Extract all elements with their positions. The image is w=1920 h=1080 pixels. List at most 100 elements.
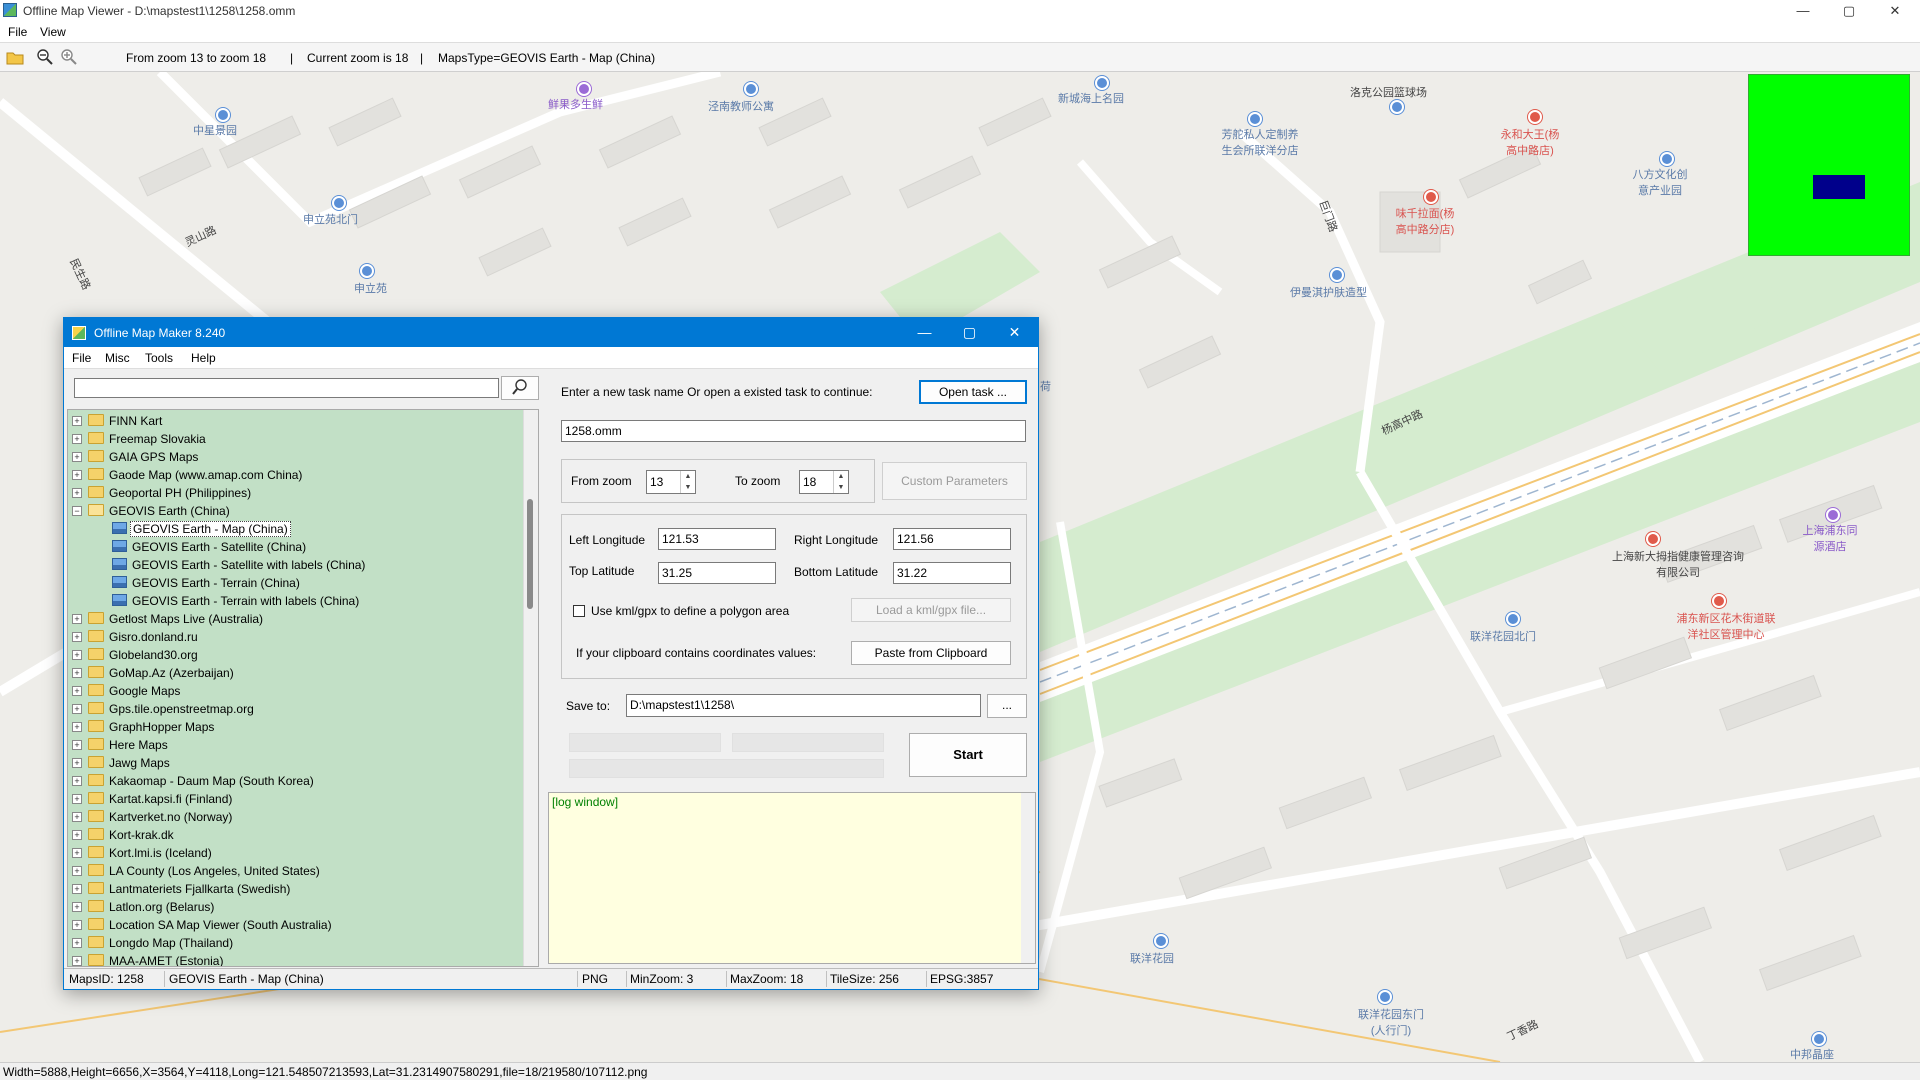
dialog-minimize-button[interactable]: — xyxy=(902,318,947,347)
poi-label[interactable]: 芳舵私人定制养生会所联洋分店 xyxy=(1218,126,1302,158)
tree-folder-item[interactable]: + Gisro.donland.ru xyxy=(68,628,526,646)
expand-icon[interactable]: + xyxy=(72,956,82,966)
poi-pin-icon[interactable] xyxy=(216,108,230,122)
dialog-close-button[interactable]: ✕ xyxy=(992,318,1037,347)
expand-icon[interactable]: + xyxy=(72,668,82,678)
poi-label[interactable]: 上海浦东同源酒店 xyxy=(1802,522,1858,554)
poi-label[interactable]: 中星景园 xyxy=(193,122,237,138)
tree-folder-item[interactable]: + GoMap.Az (Azerbaijan) xyxy=(68,664,526,682)
expand-icon[interactable]: + xyxy=(72,488,82,498)
poi-pin-icon[interactable] xyxy=(744,82,758,96)
poi-label[interactable]: 泾南教师公寓 xyxy=(708,98,774,114)
from-zoom-stepper[interactable]: 13 ▲ ▼ xyxy=(646,470,696,494)
poi-label[interactable]: 永和大王(杨高中路店) xyxy=(1500,126,1560,158)
tree-folder-item[interactable]: + Location SA Map Viewer (South Australia… xyxy=(68,916,526,934)
tree-folder-item[interactable]: + Kartverket.no (Norway) xyxy=(68,808,526,826)
poi-label[interactable]: 鲜果多生鲜 xyxy=(548,96,603,112)
search-button[interactable] xyxy=(501,376,539,400)
poi-label[interactable]: 味千拉面(杨高中路分店) xyxy=(1392,205,1458,237)
poi-pin-icon[interactable] xyxy=(1528,110,1542,124)
tree-folder-item[interactable]: + Jawg Maps xyxy=(68,754,526,772)
expand-icon[interactable]: + xyxy=(72,704,82,714)
tree-folder-item[interactable]: + Longdo Map (Thailand) xyxy=(68,934,526,952)
expand-icon[interactable]: + xyxy=(72,776,82,786)
spin-down-icon[interactable]: ▼ xyxy=(834,482,848,493)
overview-minimap[interactable] xyxy=(1748,74,1910,256)
collapse-icon[interactable]: − xyxy=(72,506,82,516)
tree-folder-item[interactable]: + Kort.lmi.is (Iceland) xyxy=(68,844,526,862)
log-window[interactable]: [log window] xyxy=(548,792,1036,964)
task-name-field[interactable]: 1258.omm xyxy=(561,420,1026,442)
to-zoom-stepper[interactable]: 18 ▲ ▼ xyxy=(799,470,849,494)
spin-up-icon[interactable]: ▲ xyxy=(834,471,848,482)
poi-pin-icon[interactable] xyxy=(1424,190,1438,204)
tree-folder-item[interactable]: + Gaode Map (www.amap.com China) xyxy=(68,466,526,484)
poi-pin-icon[interactable] xyxy=(1378,990,1392,1004)
tree-folder-item[interactable]: + Latlon.org (Belarus) xyxy=(68,898,526,916)
poi-label[interactable]: 中邦晶座 xyxy=(1790,1046,1834,1062)
tree-folder-item[interactable]: + GAIA GPS Maps xyxy=(68,448,526,466)
expand-icon[interactable]: + xyxy=(72,740,82,750)
expand-icon[interactable]: + xyxy=(72,434,82,444)
tree-folder-item[interactable]: + FINN Kart xyxy=(68,412,526,430)
dlg-menu-misc[interactable]: Misc xyxy=(105,351,130,365)
browse-button[interactable]: ... xyxy=(987,694,1027,718)
minimap-viewport[interactable] xyxy=(1813,175,1865,199)
poi-label[interactable]: 浦东新区花木街道联洋社区管理中心 xyxy=(1676,610,1776,642)
dialog-maximize-button[interactable]: ▢ xyxy=(947,318,992,347)
start-button[interactable]: Start xyxy=(909,733,1027,777)
tree-folder-item[interactable]: + Gps.tile.openstreetmap.org xyxy=(68,700,526,718)
tree-child-item[interactable]: GEOVIS Earth - Terrain with labels (Chin… xyxy=(68,592,526,610)
poi-label[interactable]: 申立苑 xyxy=(354,280,387,296)
poi-label[interactable]: 荷 xyxy=(1040,378,1051,394)
poi-label[interactable]: 伊曼淇护肤造型 xyxy=(1290,284,1367,300)
expand-icon[interactable]: + xyxy=(72,794,82,804)
poi-label[interactable]: 联洋花园北门 xyxy=(1470,628,1536,644)
tree-folder-item[interactable]: + Globeland30.org xyxy=(68,646,526,664)
tree-folder-item[interactable]: + Here Maps xyxy=(68,736,526,754)
expand-icon[interactable]: + xyxy=(72,722,82,732)
poi-label[interactable]: 申立苑北门 xyxy=(303,211,358,227)
save-path-field[interactable]: D:\mapstest1\1258\ xyxy=(626,694,981,717)
zoom-in-icon[interactable] xyxy=(60,48,78,66)
expand-icon[interactable]: + xyxy=(72,416,82,426)
tree-child-item[interactable]: GEOVIS Earth - Satellite (China) xyxy=(68,538,526,556)
expand-icon[interactable]: + xyxy=(72,866,82,876)
expand-icon[interactable]: + xyxy=(72,938,82,948)
poi-pin-icon[interactable] xyxy=(1390,100,1404,114)
tree-folder-item[interactable]: + LA County (Los Angeles, United States) xyxy=(68,862,526,880)
poi-pin-icon[interactable] xyxy=(1826,508,1840,522)
poi-pin-icon[interactable] xyxy=(577,82,591,96)
map-source-tree[interactable]: + FINN Kart + Freemap Slovakia + GAIA GPS Map… xyxy=(67,409,539,967)
menu-view[interactable]: View xyxy=(40,25,66,39)
poi-label[interactable]: 联洋花园东门(人行门) xyxy=(1354,1006,1428,1038)
spin-arrows[interactable]: ▲ ▼ xyxy=(833,471,848,493)
expand-icon[interactable]: + xyxy=(72,848,82,858)
spin-up-icon[interactable]: ▲ xyxy=(681,471,695,482)
tree-folder-item[interactable]: + GraphHopper Maps xyxy=(68,718,526,736)
expand-icon[interactable]: + xyxy=(72,650,82,660)
poi-pin-icon[interactable] xyxy=(1812,1032,1826,1046)
kml-checkbox[interactable] xyxy=(573,605,585,617)
poi-pin-icon[interactable] xyxy=(1095,76,1109,90)
open-task-button[interactable]: Open task ... xyxy=(919,380,1027,404)
poi-label[interactable]: 新城海上名园 xyxy=(1058,90,1124,106)
tree-folder-item[interactable]: + Google Maps xyxy=(68,682,526,700)
poi-pin-icon[interactable] xyxy=(1660,152,1674,166)
dialog-titlebar[interactable]: Offline Map Maker 8.240 — ▢ ✕ xyxy=(64,318,1038,347)
close-button[interactable]: ✕ xyxy=(1872,0,1918,22)
expand-icon[interactable]: + xyxy=(72,812,82,822)
load-kml-button[interactable]: Load a kml/gpx file... xyxy=(851,598,1011,622)
spin-arrows[interactable]: ▲ ▼ xyxy=(680,471,695,493)
right-longitude-field[interactable]: 121.56 xyxy=(893,528,1011,550)
spin-down-icon[interactable]: ▼ xyxy=(681,482,695,493)
poi-pin-icon[interactable] xyxy=(360,264,374,278)
tree-folder-item[interactable]: + Kartat.kapsi.fi (Finland) xyxy=(68,790,526,808)
poi-label[interactable]: 上海新大拇指健康管理咨询有限公司 xyxy=(1610,548,1746,580)
poi-pin-icon[interactable] xyxy=(1506,612,1520,626)
poi-pin-icon[interactable] xyxy=(1248,112,1262,126)
menu-file[interactable]: File xyxy=(8,25,27,39)
poi-label[interactable]: 洛克公园篮球场 xyxy=(1350,84,1427,100)
tree-folder-item[interactable]: + Getlost Maps Live (Australia) xyxy=(68,610,526,628)
tree-folder-item[interactable]: + MAA-AMET (Estonia) xyxy=(68,952,526,966)
